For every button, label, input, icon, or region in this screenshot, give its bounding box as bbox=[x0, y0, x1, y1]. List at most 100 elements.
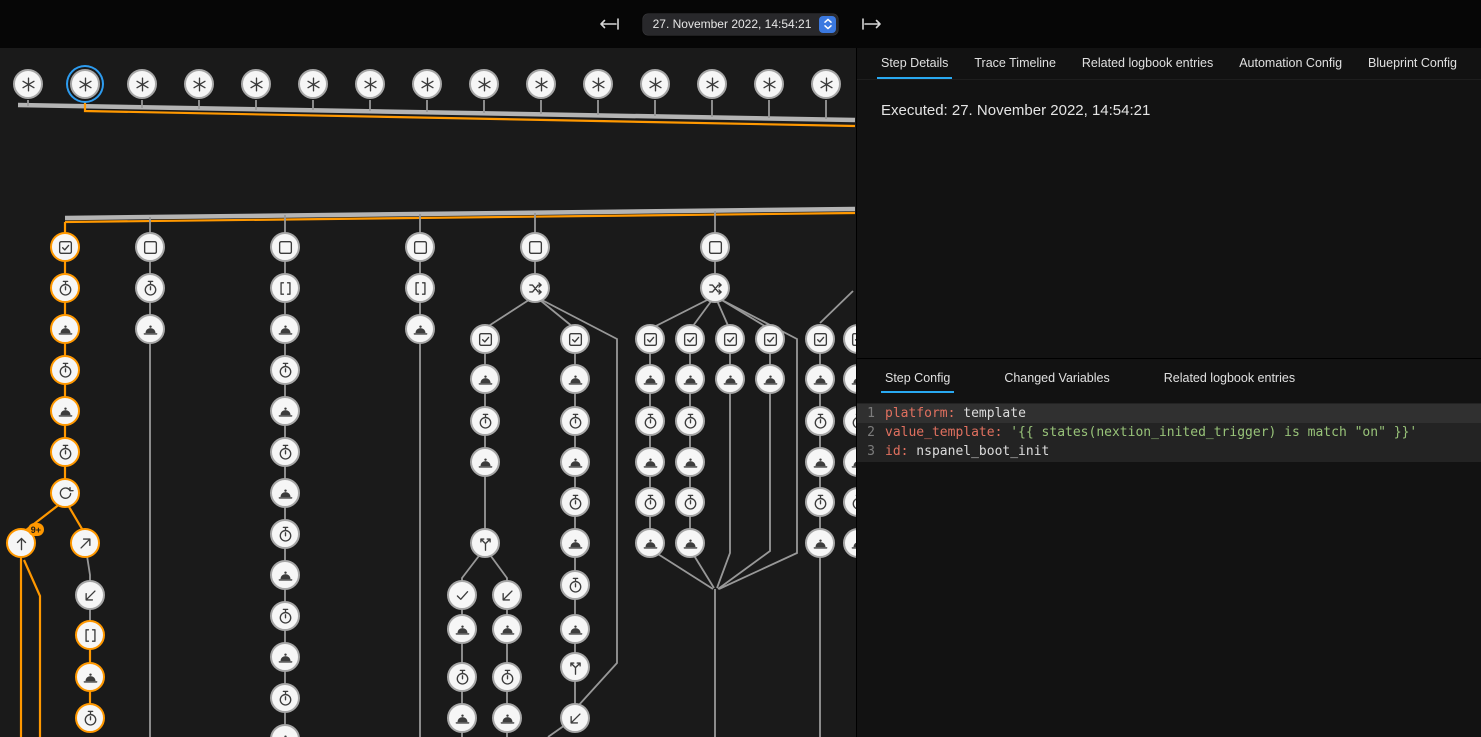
service-call-node[interactable] bbox=[270, 314, 300, 344]
condition-node[interactable] bbox=[675, 324, 705, 354]
tab-related-logbook-entries[interactable]: Related logbook entries bbox=[1160, 365, 1299, 393]
trigger-node[interactable] bbox=[811, 69, 841, 99]
delay-node[interactable] bbox=[470, 406, 500, 436]
trigger-node[interactable] bbox=[70, 69, 100, 99]
trigger-node[interactable] bbox=[184, 69, 214, 99]
service-call-node[interactable] bbox=[447, 614, 477, 644]
delay-node[interactable] bbox=[447, 662, 477, 692]
tab-related-logbook-entries[interactable]: Related logbook entries bbox=[1078, 48, 1217, 79]
service-call-node[interactable] bbox=[635, 447, 665, 477]
code-line[interactable]: 1platform: template bbox=[857, 404, 1481, 423]
service-call-node[interactable] bbox=[405, 314, 435, 344]
delay-node[interactable] bbox=[270, 683, 300, 713]
trigger-node[interactable] bbox=[13, 69, 43, 99]
service-call-node[interactable] bbox=[805, 447, 835, 477]
service-call-node[interactable] bbox=[560, 364, 590, 394]
delay-node[interactable] bbox=[675, 487, 705, 517]
delay-node[interactable] bbox=[270, 519, 300, 549]
goto-arrow-node[interactable] bbox=[70, 528, 100, 558]
trigger-node[interactable] bbox=[412, 69, 442, 99]
service-call-node[interactable] bbox=[50, 396, 80, 426]
choose-node[interactable] bbox=[470, 528, 500, 558]
condition-blank-node[interactable] bbox=[700, 232, 730, 262]
condition-node[interactable] bbox=[715, 324, 745, 354]
service-call-node[interactable] bbox=[635, 364, 665, 394]
delay-node[interactable] bbox=[560, 570, 590, 600]
service-call-node[interactable] bbox=[755, 364, 785, 394]
tab-changed-variables[interactable]: Changed Variables bbox=[1000, 365, 1113, 393]
next-run-icon[interactable] bbox=[858, 15, 886, 33]
parallel-node[interactable] bbox=[700, 273, 730, 303]
condition-node[interactable] bbox=[50, 232, 80, 262]
delay-node[interactable] bbox=[270, 601, 300, 631]
wait-template-node[interactable] bbox=[75, 620, 105, 650]
delay-node[interactable] bbox=[560, 406, 590, 436]
previous-run-icon[interactable] bbox=[595, 15, 623, 33]
condition-node[interactable] bbox=[560, 324, 590, 354]
trigger-node[interactable] bbox=[469, 69, 499, 99]
delay-node[interactable] bbox=[492, 662, 522, 692]
collapsed-runs-node[interactable]: 9+ bbox=[6, 528, 36, 558]
return-arrow-node[interactable] bbox=[75, 580, 105, 610]
delay-node[interactable] bbox=[270, 355, 300, 385]
wait-template-node[interactable] bbox=[270, 273, 300, 303]
service-call-node[interactable] bbox=[270, 478, 300, 508]
service-call-node[interactable] bbox=[635, 528, 665, 558]
condition-node[interactable] bbox=[635, 324, 665, 354]
trigger-node[interactable] bbox=[697, 69, 727, 99]
check-node[interactable] bbox=[447, 580, 477, 610]
trigger-node[interactable] bbox=[298, 69, 328, 99]
parallel-node[interactable] bbox=[520, 273, 550, 303]
delay-node[interactable] bbox=[560, 487, 590, 517]
service-call-node[interactable] bbox=[50, 314, 80, 344]
condition-blank-node[interactable] bbox=[520, 232, 550, 262]
service-call-node[interactable] bbox=[560, 528, 590, 558]
service-call-node[interactable] bbox=[270, 396, 300, 426]
delay-node[interactable] bbox=[270, 437, 300, 467]
delay-node[interactable] bbox=[50, 273, 80, 303]
run-select[interactable]: 27. November 2022, 14:54:21 bbox=[643, 14, 839, 35]
service-call-node[interactable] bbox=[805, 528, 835, 558]
trigger-node[interactable] bbox=[127, 69, 157, 99]
condition-node[interactable] bbox=[470, 324, 500, 354]
service-call-node[interactable] bbox=[675, 447, 705, 477]
service-call-node[interactable] bbox=[675, 364, 705, 394]
delay-node[interactable] bbox=[635, 487, 665, 517]
tab-step-config[interactable]: Step Config bbox=[881, 365, 954, 393]
service-call-node[interactable] bbox=[675, 528, 705, 558]
delay-node[interactable] bbox=[805, 406, 835, 436]
return-arrow-node[interactable] bbox=[492, 580, 522, 610]
trigger-node[interactable] bbox=[355, 69, 385, 99]
service-call-node[interactable] bbox=[805, 364, 835, 394]
condition-blank-node[interactable] bbox=[405, 232, 435, 262]
service-call-node[interactable] bbox=[715, 364, 745, 394]
code-line[interactable]: 3id: nspanel_boot_init bbox=[857, 442, 1481, 461]
delay-node[interactable] bbox=[635, 406, 665, 436]
tab-step-details[interactable]: Step Details bbox=[877, 48, 952, 79]
service-call-node[interactable] bbox=[560, 447, 590, 477]
delay-node[interactable] bbox=[675, 406, 705, 436]
condition-node[interactable] bbox=[805, 324, 835, 354]
return-arrow-node[interactable] bbox=[560, 703, 590, 733]
delay-node[interactable] bbox=[50, 437, 80, 467]
wait-template-node[interactable] bbox=[405, 273, 435, 303]
service-call-node[interactable] bbox=[135, 314, 165, 344]
service-call-node[interactable] bbox=[492, 614, 522, 644]
delay-node[interactable] bbox=[135, 273, 165, 303]
step-config-code[interactable]: 1platform: template2value_template: '{{ … bbox=[857, 403, 1481, 462]
service-call-node[interactable] bbox=[270, 642, 300, 672]
choose-node[interactable] bbox=[560, 652, 590, 682]
tab-automation-config[interactable]: Automation Config bbox=[1235, 48, 1346, 79]
trigger-node[interactable] bbox=[526, 69, 556, 99]
service-call-node[interactable] bbox=[560, 614, 590, 644]
service-call-node[interactable] bbox=[270, 560, 300, 590]
service-call-node[interactable] bbox=[75, 662, 105, 692]
tab-trace-timeline[interactable]: Trace Timeline bbox=[970, 48, 1060, 79]
tab-blueprint-config[interactable]: Blueprint Config bbox=[1364, 48, 1461, 79]
service-call-node[interactable] bbox=[447, 703, 477, 733]
service-call-node[interactable] bbox=[470, 447, 500, 477]
service-call-node[interactable] bbox=[470, 364, 500, 394]
trigger-node[interactable] bbox=[583, 69, 613, 99]
delay-node[interactable] bbox=[805, 487, 835, 517]
delay-node[interactable] bbox=[50, 355, 80, 385]
